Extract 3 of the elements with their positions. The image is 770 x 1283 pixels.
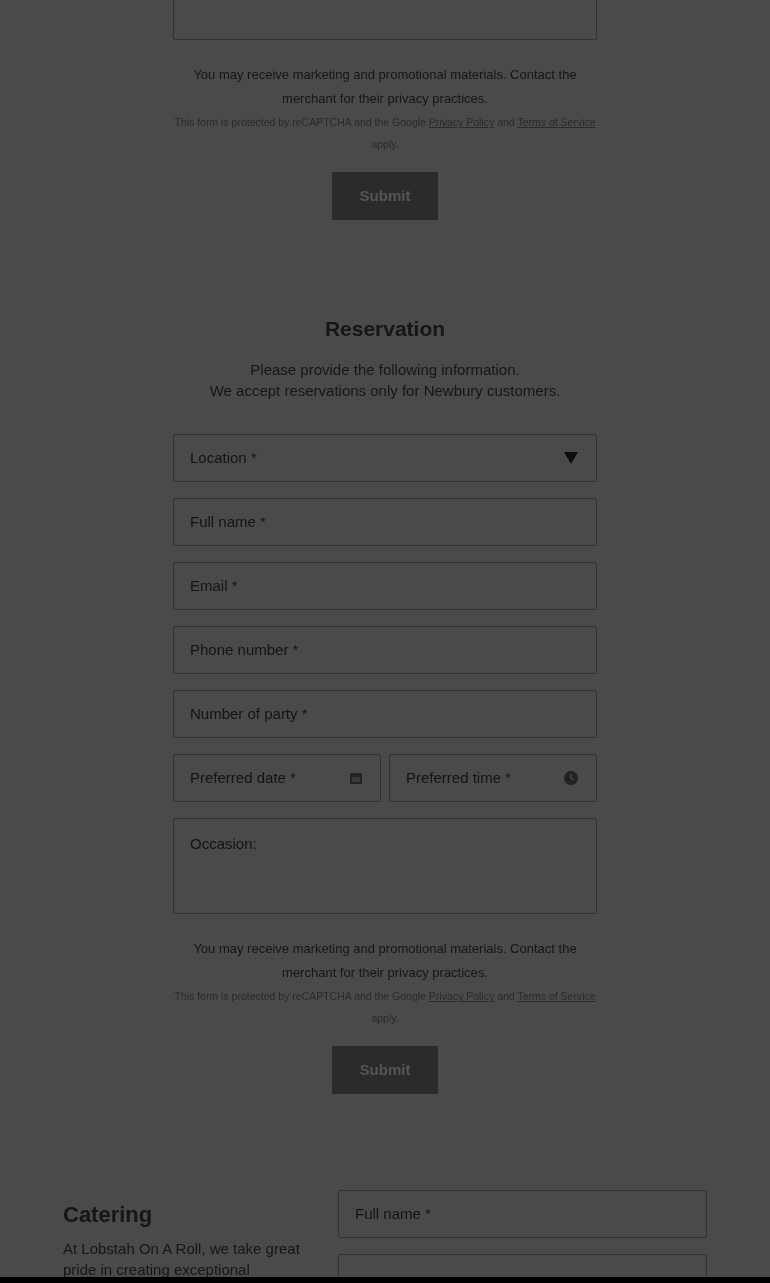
clock-icon <box>564 771 578 785</box>
calendar-icon <box>350 772 362 784</box>
caret-icon <box>564 452 578 464</box>
